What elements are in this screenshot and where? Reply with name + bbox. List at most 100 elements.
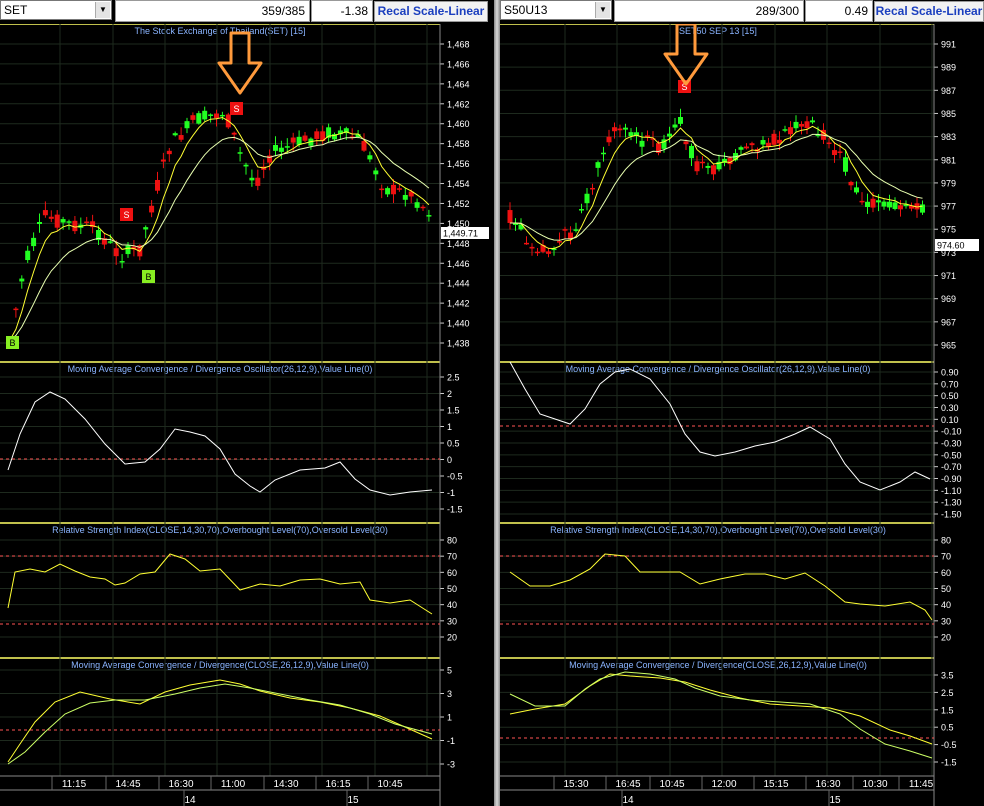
chart-pane-right[interactable]: S50U13 ▼ 289/300 0.49 Recal Scale-Linear… [500,0,984,806]
candle-body [826,142,832,145]
candle-body [60,219,66,223]
axis-tick-label: -0.30 [941,439,962,449]
record-count-field: 289/300 [614,0,804,22]
panel-title: SET50 SEP 13 [15] [679,26,757,36]
axis-tick-label: 1,460 [447,119,470,129]
candle-body [278,147,284,152]
candle-body [865,201,870,208]
dropdown-arrow-icon[interactable]: ▼ [595,2,610,18]
axis-tick-label: 50 [447,584,457,594]
panel-title: Relative Strength Index(CLOSE,14,30,70),… [550,525,886,535]
candle-body [155,180,160,191]
axis-tick-label: 80 [447,536,457,546]
dropdown-arrow-icon[interactable]: ▼ [95,2,110,18]
last-price-value: 974.60 [937,241,965,251]
axis-tick-label: 30 [447,616,457,626]
candle-body [683,141,689,145]
candle-body [284,146,290,148]
axis-tick-label: 1,446 [447,259,470,269]
candle-body [749,143,755,146]
candle-body [771,133,777,145]
candle-body [396,188,402,190]
candle-body [37,222,42,225]
candle-body [832,150,837,156]
candle-body [54,214,60,228]
axis-tick-label: 983 [941,132,956,142]
axis-tick-label: 1,448 [447,239,470,249]
candle-body [184,121,190,129]
symbol-value: SET [4,3,28,17]
axis-tick-label: 30 [941,616,951,626]
candle-body [892,202,898,210]
axis-tick-label: -0.70 [941,462,962,472]
time-label: 15:15 [763,779,788,790]
axis-tick-label: -1.10 [941,486,962,496]
candle-body [379,188,385,191]
date-label: 15 [829,795,841,806]
change-field: -1.38 [311,0,373,22]
candle-body [535,251,540,254]
axis-tick-label: 1.5 [941,705,954,715]
signal-label: B [9,338,15,348]
candle-body [837,151,843,153]
axis-tick-label: 989 [941,63,956,73]
candle-body [810,120,815,123]
last-price-value: 1,449.71 [443,229,478,239]
axis-tick-label: 1 [447,422,452,432]
date-label: 14 [184,795,196,806]
macd-line [509,673,933,745]
axis-tick-label: 3 [447,689,452,699]
chart-pane-left[interactable]: SET ▼ 359/385 -1.38 Recal Scale-Linear 1… [0,0,494,806]
axis-tick-label: 50 [941,584,951,594]
panel-title: Moving Average Convergence / Divergence … [566,364,871,374]
candle-body [190,115,196,120]
chart-area-right[interactable]: 9919899879859839819799779759739719699679… [500,24,984,806]
symbol-select-left[interactable]: SET ▼ [0,0,112,20]
candle-body [590,187,595,190]
recal-scale-button[interactable]: Recal Scale-Linear [374,1,488,22]
macd-line [7,679,433,763]
date-label: 15 [347,795,359,806]
candle-body [793,121,799,129]
candle-body [606,136,612,143]
chart-area-left[interactable]: 1,468 1,466 1,464 1,462 1,460 1,458 1,456 1,454… [0,24,494,806]
time-label: 10:45 [659,779,684,790]
record-count-field: 359/385 [115,0,310,22]
candle-body [848,181,854,186]
symbol-select-right[interactable]: S50U13 ▼ [500,0,612,20]
candle-body [876,200,881,203]
candle-body [113,248,119,257]
axis-tick-label: 1,440 [447,319,470,329]
candle-body [178,135,184,140]
candle-body [601,152,606,155]
panel-title: The Stock Exchange of Thailand(SET) [15] [135,26,306,36]
candle-body [19,278,25,282]
symbol-value: S50U13 [504,3,548,17]
signal-label: S [233,104,239,114]
candle-body [420,206,426,209]
axis-tick-label: 40 [447,600,457,610]
candle-body [887,201,892,208]
candle-body [573,229,579,231]
signal-label: B [145,272,151,282]
candle-body [273,145,278,151]
axis-tick-label: 40 [941,600,951,610]
time-label: 11:00 [221,779,246,790]
recal-scale-button[interactable]: Recal Scale-Linear [874,1,984,22]
axis-tick-label: 1 [447,713,452,723]
axis-tick-label: 70 [941,552,951,562]
candle-body [290,137,296,143]
axis-tick-label: 1,456 [447,159,470,169]
candle-body [546,251,551,254]
time-label: 14:30 [273,779,298,790]
axis-tick-label: -0.10 [941,427,962,437]
axis-tick-label: 1,442 [447,299,470,309]
axis-tick-label: 991 [941,40,956,50]
time-label: 15:30 [563,779,588,790]
axis-tick-label: -1 [447,736,455,746]
candle-body [172,133,178,136]
candle-body [628,132,634,137]
axis-tick-label: 20 [447,633,457,643]
candle-body [314,131,320,139]
candle-body [208,114,214,116]
